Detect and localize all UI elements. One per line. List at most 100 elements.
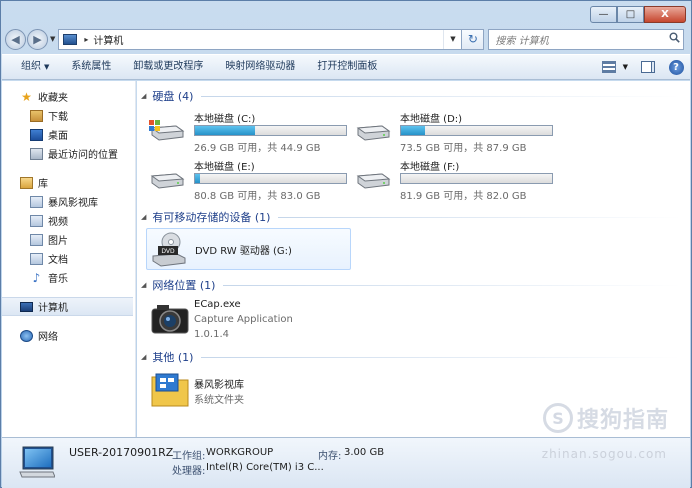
app-description: Capture Application	[194, 314, 293, 325]
drive-usage-bar	[400, 173, 553, 184]
dvd-drive-name: DVD RW 驱动器 (G:)	[195, 246, 292, 257]
drive-name: 本地磁盘 (F:)	[400, 162, 460, 173]
sidebar-item-storm-library[interactable]: 暴风影视库	[2, 192, 135, 211]
processor-label: 处理器:	[172, 466, 206, 477]
organize-button[interactable]: 组织 ▼	[10, 57, 60, 77]
sidebar-item-libraries[interactable]: 库	[2, 173, 135, 192]
close-button[interactable]: X	[644, 6, 686, 23]
command-bar: 组织 ▼ 系统属性 卸载或更改程序 映射网络驱动器 打开控制面板 ▼ ?	[2, 54, 690, 80]
change-view-button[interactable]	[601, 59, 617, 75]
sogou-watermark: S 搜狗指南	[542, 402, 669, 434]
drive-name: 本地磁盘 (E:)	[194, 162, 255, 173]
dvd-drive-icon: DVD	[152, 232, 186, 267]
chevron-down-icon: ▼	[44, 63, 50, 71]
library-icon	[20, 176, 33, 189]
system-properties-button[interactable]: 系统属性	[60, 57, 122, 77]
address-separator[interactable]: ▸	[84, 35, 88, 44]
history-dropdown[interactable]: ▼	[50, 35, 55, 43]
desktop-icon	[30, 128, 43, 141]
workgroup-label: 工作组:	[172, 451, 206, 462]
toolbar-right: ▼ ?	[595, 59, 690, 75]
drive-free-space: 26.9 GB 可用，共 44.9 GB	[194, 143, 321, 154]
map-network-drive-button[interactable]: 映射网络驱动器	[214, 57, 306, 77]
help-icon: ?	[668, 59, 684, 75]
collapse-triangle-icon: ◢	[141, 353, 147, 361]
sidebar-item-label: 桌面	[48, 131, 68, 142]
drive-usage-fill	[195, 126, 256, 135]
hard-drive-icon	[356, 173, 391, 189]
storm-library-folder-icon	[151, 373, 189, 407]
drive-free-space: 73.5 GB 可用，共 87.9 GB	[400, 143, 527, 154]
section-header-other[interactable]: ◢ 其他 (1)	[141, 349, 681, 365]
view-icon	[601, 61, 616, 73]
recent-places-icon	[30, 147, 43, 160]
sidebar-item-pictures[interactable]: 图片	[2, 230, 135, 249]
computer-name: USER-20170901RZ	[69, 446, 174, 459]
processor-value: Intel(R) Core(TM) i3 C...	[206, 462, 324, 473]
address-bar[interactable]: ▸ 计算机 ▼	[58, 28, 463, 50]
sidebar-item-favorites[interactable]: ★ 收藏夹	[2, 87, 135, 106]
sidebar-item-computer[interactable]: 计算机	[2, 297, 133, 316]
video-library-icon	[30, 214, 43, 227]
open-control-panel-button[interactable]: 打开控制面板	[306, 57, 388, 77]
dvd-drive-g[interactable]: DVD DVD RW 驱动器 (G:)	[146, 228, 351, 270]
drive-name: 本地磁盘 (D:)	[400, 114, 463, 125]
back-button[interactable]: ◀	[5, 28, 26, 50]
windows-drive-icon	[149, 120, 185, 141]
maximize-button[interactable]: □	[617, 6, 644, 23]
sidebar-item-downloads[interactable]: 下载	[2, 106, 135, 125]
drive-e[interactable]: 本地磁盘 (E:) 80.8 GB 可用，共 83.0 GB	[138, 158, 347, 202]
collapse-triangle-icon: ◢	[141, 92, 147, 100]
section-title: 其他 (1)	[152, 351, 194, 364]
watermark-text: 搜狗指南	[576, 408, 669, 433]
refresh-button[interactable]: ↻	[462, 28, 485, 50]
sidebar-item-network[interactable]: 网络	[2, 326, 135, 345]
drive-usage-bar	[194, 173, 347, 184]
section-title: 硬盘 (4)	[152, 90, 194, 103]
sidebar-item-music[interactable]: ♪ 音乐	[2, 268, 135, 287]
sogou-logo-icon: S	[542, 403, 573, 433]
item-description: 系统文件夹	[194, 395, 244, 406]
computer-icon	[63, 33, 78, 45]
sidebar-item-documents[interactable]: 文档	[2, 249, 135, 268]
forward-button[interactable]: ▶	[27, 28, 48, 50]
navigation-bar: ◀ ▶ ▼ ▸ 计算机 ▼ ↻ 搜索 计算机	[5, 27, 687, 51]
preview-pane-button[interactable]	[640, 59, 656, 75]
sidebar-item-label: 网络	[38, 332, 58, 343]
item-name: 暴风影视库	[194, 380, 244, 391]
drive-d[interactable]: 本地磁盘 (D:) 73.5 GB 可用，共 87.9 GB	[344, 110, 553, 154]
memory-label: 内存:	[318, 451, 342, 462]
sidebar-item-label: 视频	[48, 217, 68, 228]
section-header-hdd[interactable]: ◢ 硬盘 (4)	[141, 88, 681, 104]
drive-usage-bar	[194, 125, 347, 136]
search-icon[interactable]	[665, 32, 683, 46]
address-text[interactable]: 计算机	[93, 32, 123, 47]
collapse-triangle-icon: ◢	[141, 213, 147, 221]
drive-c[interactable]: 本地磁盘 (C:) 26.9 GB 可用，共 44.9 GB	[138, 110, 347, 154]
sidebar-item-recent[interactable]: 最近访问的位置	[2, 144, 135, 163]
storm-library-icon	[30, 195, 43, 208]
drive-f[interactable]: 本地磁盘 (F:) 81.9 GB 可用，共 82.0 GB	[344, 158, 553, 202]
music-note-icon: ♪	[32, 270, 41, 285]
sidebar-item-label: 音乐	[48, 274, 68, 285]
section-header-removable[interactable]: ◢ 有可移动存储的设备 (1)	[141, 209, 681, 225]
search-placeholder[interactable]: 搜索 计算机	[495, 32, 548, 47]
navigation-pane: ★ 收藏夹 下载 桌面 最近访问的位置 库 暴风影视库 视频 图片 文档 ♪ 音乐 …	[2, 81, 136, 437]
sidebar-item-label: 最近访问的位置	[48, 150, 118, 161]
minimize-button[interactable]: —	[590, 6, 617, 23]
search-box[interactable]: 搜索 计算机	[488, 28, 685, 50]
sidebar-item-desktop[interactable]: 桌面	[2, 125, 135, 144]
uninstall-program-button[interactable]: 卸载或更改程序	[122, 57, 214, 77]
view-dropdown[interactable]: ▼	[623, 63, 628, 71]
picture-library-icon	[30, 233, 43, 246]
computer-icon	[20, 301, 33, 312]
workgroup-value: WORKGROUP	[206, 447, 274, 458]
section-header-network[interactable]: ◢ 网络位置 (1)	[141, 277, 681, 293]
sidebar-item-videos[interactable]: 视频	[2, 211, 135, 230]
explorer-window: — □ X ◀ ▶ ▼ ▸ 计算机 ▼ ↻ 搜索 计算机 组织 ▼ 系统属性 卸载…	[0, 0, 692, 488]
sidebar-item-label: 下载	[48, 112, 68, 123]
help-button[interactable]: ?	[668, 59, 684, 75]
sidebar-item-label: 收藏夹	[38, 93, 68, 104]
address-dropdown[interactable]: ▼	[443, 29, 461, 49]
section-title: 网络位置 (1)	[152, 279, 216, 292]
